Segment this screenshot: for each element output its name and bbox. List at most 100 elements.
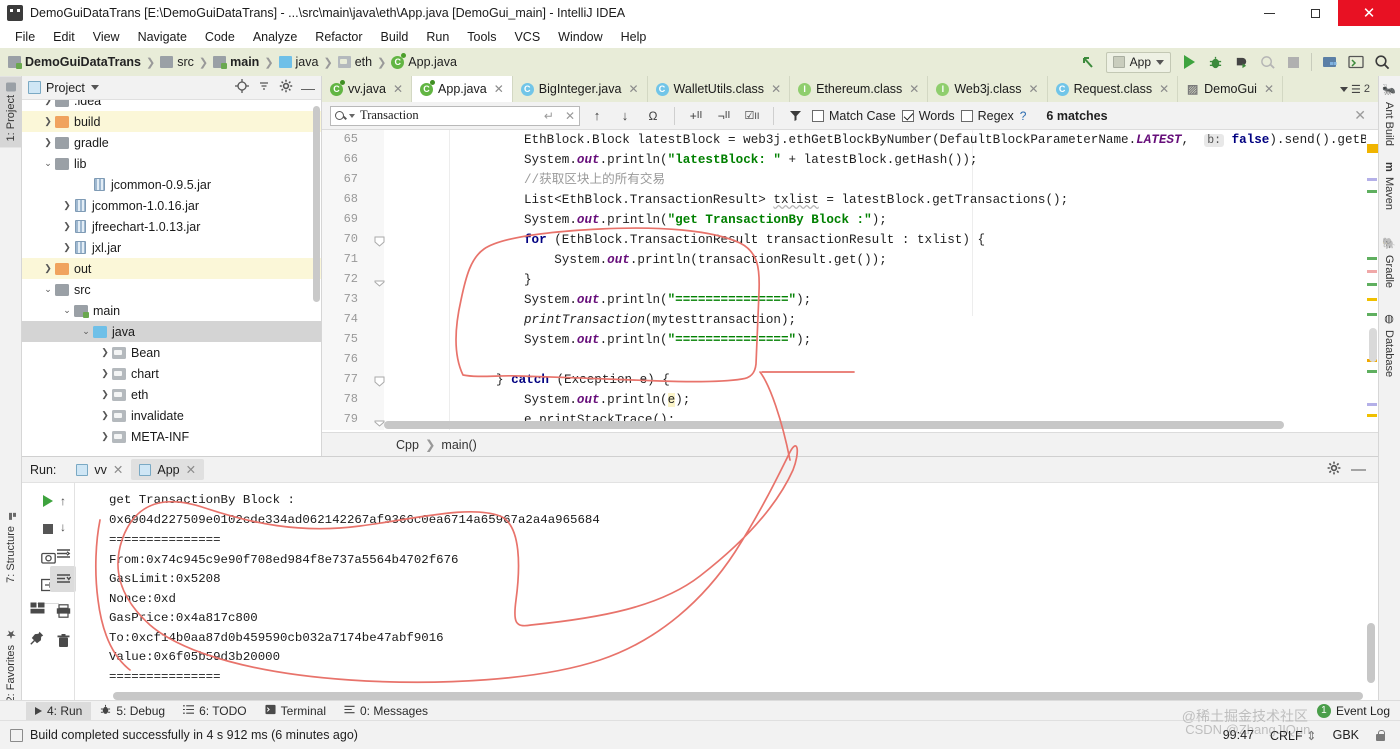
back-arrow-icon[interactable] xyxy=(1076,50,1100,74)
run-button[interactable] xyxy=(1177,50,1201,74)
close-icon[interactable]: ✕ xyxy=(771,82,781,96)
tree-item[interactable]: ⌄ lib xyxy=(22,153,321,174)
regex-checkbox[interactable]: Regex xyxy=(960,109,1014,123)
close-icon[interactable]: ✕ xyxy=(494,82,504,96)
menu-edit[interactable]: Edit xyxy=(44,28,84,46)
chevron-right-icon[interactable]: ❯ xyxy=(60,200,74,211)
menu-refactor[interactable]: Refactor xyxy=(306,28,371,46)
breadcrumb-item-java[interactable]: java xyxy=(296,55,319,69)
minimize-button[interactable] xyxy=(1246,0,1292,26)
close-find-bar-icon[interactable]: ✕ xyxy=(1354,107,1370,124)
menu-window[interactable]: Window xyxy=(549,28,611,46)
remove-selection-button[interactable]: ¬ II xyxy=(713,105,735,127)
console-horizontal-scrollbar[interactable] xyxy=(113,692,1363,700)
chevron-down-icon[interactable] xyxy=(90,85,99,90)
close-icon[interactable]: ✕ xyxy=(1029,82,1039,96)
tree-item[interactable]: jcommon-0.9.5.jar xyxy=(22,174,321,195)
sidebar-item-structure[interactable]: 7: Structure xyxy=(0,506,22,589)
event-log-section[interactable]: 1 Event Log xyxy=(1316,703,1400,718)
event-log-label[interactable]: Event Log xyxy=(1336,704,1390,718)
editor-tab-walletutils[interactable]: C WalletUtils.class ✕ xyxy=(648,76,791,102)
lock-icon[interactable] xyxy=(1375,729,1386,742)
gear-icon[interactable] xyxy=(1327,461,1341,478)
chevron-right-icon[interactable]: ❯ xyxy=(41,116,55,127)
sidebar-item-project[interactable]: 1: Project xyxy=(0,76,22,148)
caret-position[interactable]: 99:47 xyxy=(1223,728,1254,742)
close-icon[interactable]: ✕ xyxy=(1264,82,1274,96)
bottom-tab-todo[interactable]: 6: TODO xyxy=(174,702,256,720)
editor-scrollbar[interactable] xyxy=(1369,328,1377,362)
menu-view[interactable]: View xyxy=(84,28,129,46)
menu-tools[interactable]: Tools xyxy=(458,28,505,46)
soft-wrap-button[interactable] xyxy=(50,540,76,566)
editor-tab-demogui[interactable]: ▨ DemoGui ✕ xyxy=(1178,76,1284,102)
profile-button[interactable] xyxy=(1255,50,1279,74)
bottom-tab-terminal[interactable]: Terminal xyxy=(256,702,335,720)
select-all-occurrences-button[interactable]: Ω xyxy=(642,105,664,127)
chevron-right-icon[interactable]: ❯ xyxy=(98,410,112,421)
editor-tab-vv[interactable]: C vv.java ✕ xyxy=(322,76,413,102)
chevron-right-icon[interactable]: ❯ xyxy=(98,347,112,358)
editor-tab-biginteger[interactable]: C BigInteger.java ✕ xyxy=(513,76,648,102)
chevron-down-icon[interactable]: ⌄ xyxy=(79,326,93,337)
find-next-button[interactable]: ↓ xyxy=(614,105,636,127)
breadcrumb-item-cpp[interactable]: Cpp xyxy=(396,438,419,452)
bottom-tab-debug[interactable]: 5: Debug xyxy=(91,702,174,720)
chevron-right-icon[interactable]: ❯ xyxy=(98,368,112,379)
menu-build[interactable]: Build xyxy=(372,28,418,46)
maximize-button[interactable] xyxy=(1292,0,1338,26)
tree-item[interactable]: ❯ out xyxy=(22,258,321,279)
menu-analyze[interactable]: Analyze xyxy=(244,28,306,46)
hide-icon[interactable]: — xyxy=(301,81,315,95)
editor-tab-request[interactable]: C Request.class ✕ xyxy=(1048,76,1179,102)
gear-icon[interactable] xyxy=(279,79,293,96)
chevron-right-icon[interactable]: ❯ xyxy=(41,263,55,274)
line-separator[interactable]: CRLF ⇕ xyxy=(1270,728,1317,743)
toggle-selection-button[interactable]: ☑ II xyxy=(741,105,763,127)
sidebar-item-ant-build[interactable]: 🐜 Ant Build xyxy=(1378,78,1400,152)
breadcrumb-item-eth[interactable]: eth xyxy=(355,55,372,69)
console-output[interactable]: latestBlock: 0xd1218852615d1c27c8dc8dcc5… xyxy=(75,483,1378,701)
chevron-down-icon[interactable]: ⌄ xyxy=(41,158,55,169)
tree-item[interactable]: ❯ META-INF xyxy=(22,426,321,447)
editor-tab-ethereum[interactable]: I Ethereum.class ✕ xyxy=(790,76,929,102)
close-icon[interactable]: ✕ xyxy=(628,82,638,96)
breadcrumb-item-main[interactable]: main xyxy=(230,55,259,69)
close-icon[interactable]: ✕ xyxy=(186,462,196,477)
project-tree-scrollbar[interactable] xyxy=(313,106,320,302)
menu-run[interactable]: Run xyxy=(417,28,458,46)
sidebar-item-favorites[interactable]: 2: Favorites ★ xyxy=(0,621,22,708)
error-stripe-marker-gutter[interactable] xyxy=(1366,130,1378,430)
chevron-right-icon[interactable]: ❯ xyxy=(98,431,112,442)
terminal-button[interactable] xyxy=(1344,50,1368,74)
editor-horizontal-scrollbar[interactable] xyxy=(384,421,1284,429)
run-with-coverage-button[interactable] xyxy=(1229,50,1253,74)
tree-item[interactable]: ❯ invalidate xyxy=(22,405,321,426)
bottom-tab-run[interactable]: 4: Run xyxy=(26,701,92,720)
run-configuration-selector[interactable]: App xyxy=(1105,51,1171,73)
close-button[interactable]: ✕ xyxy=(1338,0,1400,26)
scroll-to-end-button[interactable] xyxy=(50,566,76,592)
close-icon[interactable]: ✕ xyxy=(113,462,123,477)
chevron-right-icon[interactable]: ❯ xyxy=(41,100,55,106)
tree-item[interactable]: ❯ jfreechart-1.0.13.jar xyxy=(22,216,321,237)
trash-button[interactable] xyxy=(50,628,76,654)
pin-button[interactable] xyxy=(24,625,50,651)
help-icon[interactable]: ? xyxy=(1020,109,1027,123)
run-tab-vv[interactable]: vv ✕ xyxy=(68,459,131,480)
menu-navigate[interactable]: Navigate xyxy=(129,28,196,46)
editor-tab-app[interactable]: C App.java ✕ xyxy=(412,76,513,102)
minimize-icon[interactable]: — xyxy=(1351,462,1366,477)
tree-item[interactable]: ⌄ main xyxy=(22,300,321,321)
clear-search-icon[interactable]: ✕ xyxy=(565,109,575,123)
layout-button[interactable] xyxy=(24,595,50,621)
tree-item[interactable]: ⌄ java xyxy=(22,321,321,342)
tree-item[interactable]: ⌄ src xyxy=(22,279,321,300)
tree-item[interactable]: ❯ Bean xyxy=(22,342,321,363)
debug-button[interactable] xyxy=(1203,50,1227,74)
chevron-right-icon[interactable]: ❯ xyxy=(98,389,112,400)
tree-item[interactable]: ❯ .idea xyxy=(22,100,321,111)
console-scrollbar[interactable] xyxy=(1367,623,1375,683)
up-button[interactable]: ↑ xyxy=(50,488,76,514)
chevron-down-icon[interactable]: ⌄ xyxy=(60,305,74,316)
